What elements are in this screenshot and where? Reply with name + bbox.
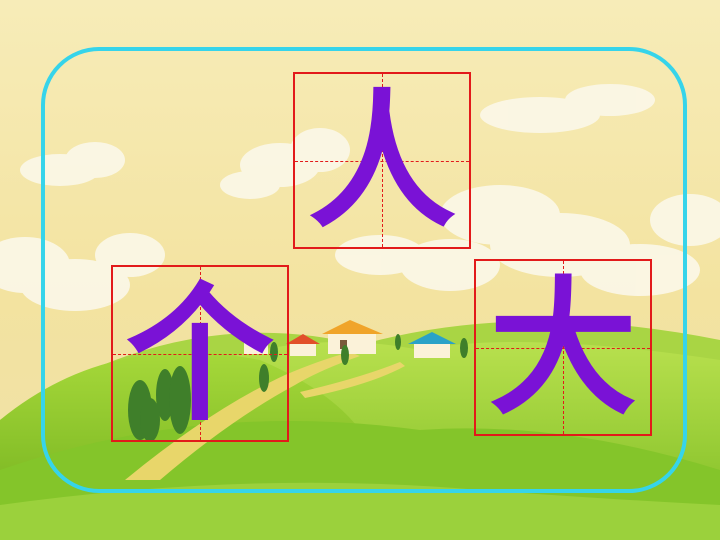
- character-da: 大: [489, 260, 637, 435]
- character-ge: 个: [126, 266, 274, 441]
- character-ren: 人: [308, 73, 456, 248]
- tianzige-grid-left: 个: [111, 265, 289, 442]
- tianzige-grid-right: 大: [474, 259, 652, 436]
- tianzige-grid-top: 人: [293, 72, 471, 249]
